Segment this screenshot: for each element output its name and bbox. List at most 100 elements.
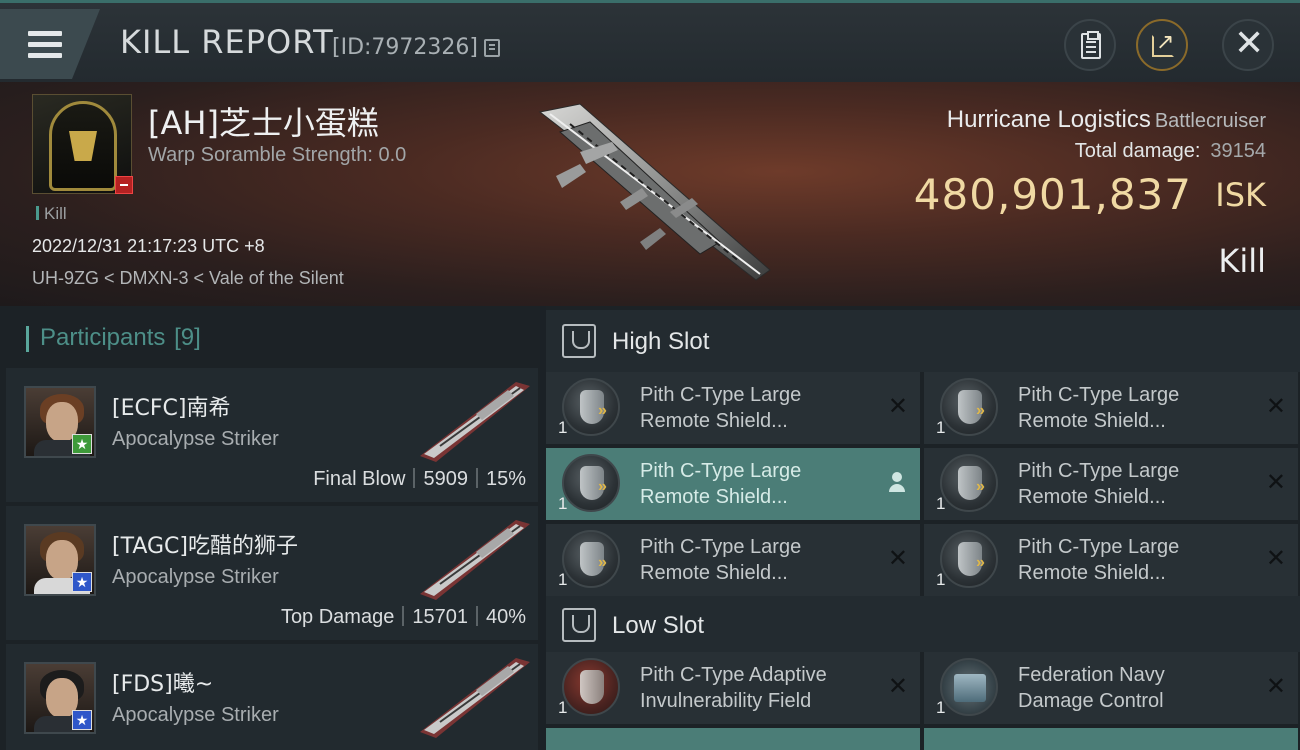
report-id: [ID:7972326] (332, 35, 478, 60)
copy-icon[interactable] (484, 39, 500, 57)
module-name-line1: Pith C-Type Large (1018, 460, 1180, 482)
corp-badge-icon: ★ (72, 572, 92, 592)
module-name-line1: Pith C-Type Large (640, 536, 802, 558)
module-slot[interactable] (546, 728, 920, 750)
high-slot-title: High Slot (612, 328, 710, 355)
module-slot[interactable]: » 1 Pith C-Type Large Remote Shield... ✕ (546, 372, 920, 444)
shield-module-icon: » (562, 454, 620, 512)
close-button[interactable]: ✕ (1222, 19, 1274, 71)
isk-value: 480,901,837 (913, 170, 1192, 219)
module-quantity: 1 (558, 698, 568, 717)
ship-class: Battlecruiser (1154, 110, 1266, 132)
title-bar: KILL REPORT [ID:7972326] ✕ (0, 0, 1300, 82)
shield-module-icon: » (940, 530, 998, 588)
module-slot-selected[interactable]: » 1 Pith C-Type Large Remote Shield... (546, 448, 920, 520)
total-damage-value: 39154 (1210, 140, 1266, 162)
low-slot-header: Low Slot (546, 596, 1300, 652)
module-name-line2: Remote Shield... (1018, 562, 1166, 584)
module-slot[interactable]: 1 Federation Navy Damage Control ✕ (924, 652, 1298, 724)
ship-icon (420, 520, 530, 600)
module-quantity: 1 (936, 494, 946, 513)
clipboard-icon (1081, 31, 1101, 59)
participant-ship: Apocalypse Striker (112, 566, 279, 588)
ship-icon (420, 382, 530, 462)
participant-damage: 15701 (412, 606, 468, 628)
module-quantity: 1 (936, 570, 946, 589)
shield-module-icon: » (940, 454, 998, 512)
module-name: Pith C-Type Large Remote Shield... (1018, 458, 1254, 510)
module-name: Pith C-Type Large Remote Shield... (640, 534, 876, 586)
module-quantity: 1 (936, 698, 946, 717)
high-slot-icon (562, 324, 596, 358)
module-name-line1: Pith C-Type Large (1018, 536, 1180, 558)
module-name-line2: Invulnerability Field (640, 690, 812, 712)
participant-stats: Final Blow 5909 15% (313, 468, 526, 491)
share-button[interactable] (1136, 19, 1188, 71)
module-quantity: 1 (558, 418, 568, 437)
module-slot[interactable]: 1 Pith C-Type Adaptive Invulnerability Fi… (546, 652, 920, 724)
corp-badge-icon: ★ (72, 434, 92, 454)
low-slot-icon (562, 608, 596, 642)
x-icon: ✕ (1265, 468, 1286, 496)
module-slot[interactable]: » 1 Pith C-Type Large Remote Shield... ✕ (546, 524, 920, 596)
participants-panel: Participants [9] ★ [ECFC]南希 Apocalypse S… (0, 306, 540, 750)
page-title: KILL REPORT (120, 23, 334, 61)
module-name-line2: Damage Control (1018, 690, 1164, 712)
module-quantity: 1 (558, 570, 568, 589)
participant-card[interactable]: ★ [TAGC]吃醋的狮子 Apocalypse Striker Top Dam… (6, 506, 538, 640)
damage-control-module-icon (940, 658, 998, 716)
module-name-line1: Federation Navy (1018, 664, 1165, 686)
x-icon: ✕ (1265, 392, 1286, 420)
isk-unit: ISK (1215, 176, 1266, 214)
victim-banner: [AH]芝士小蛋糕 Warp Soramble Strength: 0.0 Ki… (0, 82, 1300, 306)
module-slot[interactable]: » 1 Pith C-Type Large Remote Shield... ✕ (924, 372, 1298, 444)
participant-percent: 40% (485, 606, 526, 628)
participant-card[interactable]: ★ [FDS]曦~ Apocalypse Striker (6, 644, 538, 750)
module-name: Pith C-Type Large Remote Shield... (1018, 382, 1254, 434)
clipboard-button[interactable] (1064, 19, 1116, 71)
module-quantity: 1 (936, 418, 946, 437)
participant-name: [TAGC]吃醋的狮子 (112, 534, 298, 559)
participant-ship: Apocalypse Striker (112, 704, 279, 726)
x-icon: ✕ (887, 672, 908, 700)
menu-icon (28, 31, 62, 58)
module-name: Federation Navy Damage Control (1018, 662, 1254, 714)
module-name: Pith C-Type Large Remote Shield... (640, 382, 876, 434)
share-icon (1152, 29, 1174, 57)
participant-ship: Apocalypse Striker (112, 428, 279, 450)
x-icon: ✕ (1265, 672, 1286, 700)
low-slot-title: Low Slot (612, 612, 705, 639)
kill-tag: Kill (36, 204, 67, 224)
invulnerability-module-icon (562, 658, 620, 716)
module-name-line2: Remote Shield... (640, 486, 788, 508)
kill-datetime: 2022/12/31 21:17:23 UTC +8 (32, 236, 265, 256)
participant-name: [ECFC]南希 (112, 396, 231, 421)
module-name-line1: Pith C-Type Large (640, 384, 802, 406)
module-slot[interactable]: » 1 Pith C-Type Large Remote Shield... ✕ (924, 524, 1298, 596)
warp-scramble: Warp Soramble Strength: 0.0 (148, 144, 407, 166)
participants-header: Participants [9] (26, 324, 201, 352)
participant-name: [FDS]曦~ (112, 672, 214, 697)
participant-stats: Top Damage 15701 40% (281, 606, 526, 629)
high-slot-header: High Slot (546, 310, 1300, 372)
module-slot[interactable]: » 1 Pith C-Type Large Remote Shield... ✕ (924, 448, 1298, 520)
participant-card[interactable]: ★ [ECFC]南希 Apocalypse Striker Final Blow… (6, 368, 538, 502)
standing-badge (115, 176, 133, 194)
close-icon: ✕ (1234, 23, 1265, 64)
shield-module-icon: » (562, 530, 620, 588)
participant-role: Final Blow (313, 468, 406, 490)
participants-label: Participants (40, 324, 166, 351)
shield-module-icon: » (940, 378, 998, 436)
module-name: Pith C-Type Large Remote Shield... (1018, 534, 1254, 586)
module-name-line2: Remote Shield... (640, 562, 788, 584)
module-slot[interactable] (924, 728, 1298, 750)
shield-module-icon: » (562, 378, 620, 436)
total-damage: Total damage: 39154 (1075, 140, 1266, 163)
victim-ship[interactable]: Hurricane Logistics Battlecruiser (947, 106, 1266, 134)
participants-count: [9] (174, 324, 201, 351)
module-quantity: 1 (558, 494, 568, 513)
ship-name-text: Hurricane Logistics (946, 106, 1151, 133)
participant-damage: 5909 (423, 468, 468, 490)
victim-name[interactable]: [AH]芝士小蛋糕 (148, 98, 379, 144)
menu-button[interactable] (0, 9, 100, 79)
